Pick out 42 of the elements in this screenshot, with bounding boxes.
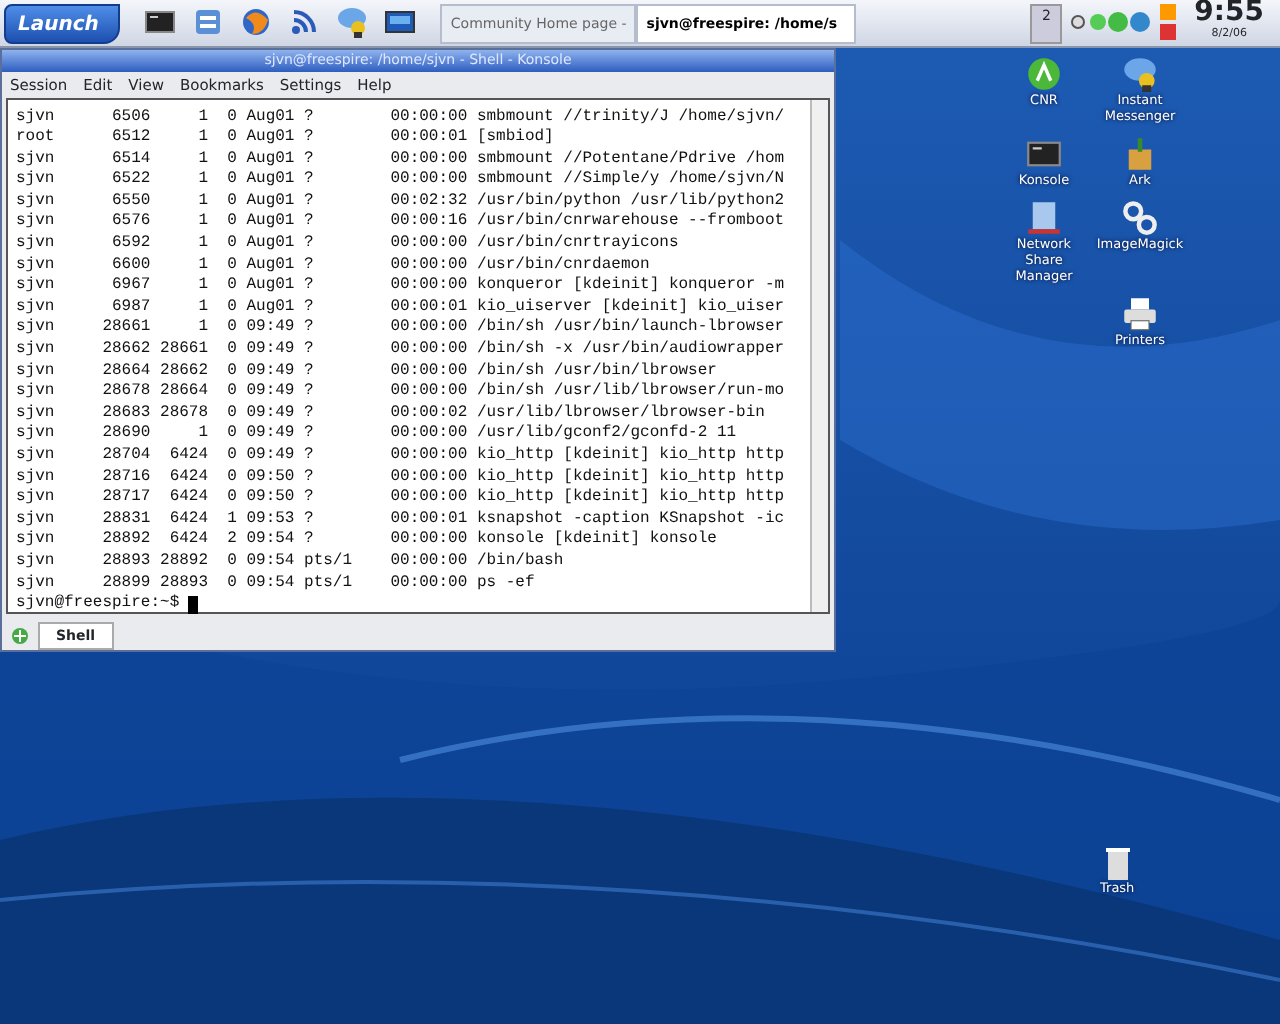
text-cursor <box>187 595 198 614</box>
terminal-line: sjvn 6592 1 0 Aug01 ? 00:00:00 /usr/bin/cnrtrayicons <box>16 234 681 256</box>
globe-icon[interactable] <box>240 6 273 38</box>
power-icon[interactable] <box>1158 4 1179 40</box>
gears-icon[interactable] <box>1122 200 1158 236</box>
terminal-line: sjvn 6576 1 0 Aug01 ? 00:00:16 /usr/bin/cnrwarehouse --fromboot <box>16 212 787 234</box>
launch-button[interactable]: Launch <box>4 4 121 44</box>
circle-icon[interactable] <box>1026 56 1062 92</box>
terminal-line: root 6512 1 0 Aug01 ? 00:00:01 [smbiod] <box>16 128 556 150</box>
terminal-line: sjvn 6550 1 0 Aug01 ? 00:02:32 /usr/bin/python /usr/lib/python2 <box>16 191 787 212</box>
new-tab-icon[interactable] <box>10 625 30 646</box>
printer-icon[interactable] <box>1122 296 1158 332</box>
terminal-line: sjvn 28704 6424 0 09:49 ? 00:00:00 kio_http [kdeinit] kio_http http <box>16 446 787 468</box>
chat-icon[interactable] <box>1122 56 1158 92</box>
terminal-line: sjvn 28892 6424 2 09:54 ? 00:00:00 konsole [kdeinit] konsole <box>16 530 719 552</box>
terminal-line: sjvn 6506 1 0 Aug01 ? 00:00:00 smbmount //trinity/J /home/sjvn/ <box>16 107 787 128</box>
terminal-icon[interactable] <box>144 6 177 38</box>
terminal-line: sjvn 28717 6424 0 09:50 ? 00:00:00 kio_http [kdeinit] kio_http http <box>16 488 787 510</box>
terminal-line: sjvn 28899 28893 0 09:54 pts/1 00:00:00 ps -ef <box>16 573 537 594</box>
terminal-line: sjvn 6522 1 0 Aug01 ? 00:00:00 smbmount //Simple/y /home/sjvn/N <box>16 170 787 192</box>
terminal-line: sjvn 6987 1 0 Aug01 ? 00:00:01 kio_uiserver [kdeinit] kio_uiser <box>16 297 787 318</box>
feed-icon[interactable] <box>288 6 321 38</box>
scrollbar[interactable] <box>810 99 828 611</box>
terminal-line: sjvn 28831 6424 1 09:53 ? 00:00:01 ksnapshot -caption KSnapshot -ic <box>16 509 787 530</box>
terminal-line: sjvn 28664 28662 0 09:49 ? 00:00:00 /bin/sh /usr/bin/lbrowser <box>16 361 719 382</box>
network-share-icon[interactable] <box>1026 200 1062 236</box>
tray-icons-drawing[interactable] <box>1070 10 1151 34</box>
file-manager-icon[interactable] <box>192 6 225 38</box>
terminal-line: sjvn 28678 28664 0 09:49 ? 00:00:00 /bin/sh /usr/lib/lbrowser/run-mo <box>16 382 787 404</box>
terminal-line: sjvn 28683 28678 0 09:49 ? 00:00:02 /usr/lib/lbrowser/lbrowser-bin <box>16 403 767 424</box>
terminal-line: sjvn 6600 1 0 Aug01 ? 00:00:00 /usr/bin/cnrdaemon <box>16 255 652 276</box>
chat-icon[interactable] <box>336 6 369 38</box>
terminal-line: sjvn 28662 28661 0 09:49 ? 00:00:00 /bin/sh -x /usr/bin/audiowrapper <box>16 340 787 362</box>
terminal-line: sjvn 6967 1 0 Aug01 ? 00:00:00 konqueror [kdeinit] konqueror -m <box>16 276 787 298</box>
trash-icon[interactable] <box>1105 848 1130 880</box>
terminal-prompt: sjvn@freespire:~$ <box>16 594 180 616</box>
terminal-line: sjvn 28661 1 0 09:49 ? 00:00:00 /bin/sh /usr/bin/launch-lbrowser <box>16 318 787 340</box>
terminal-line: sjvn 28716 6424 0 09:50 ? 00:00:00 kio_http [kdeinit] kio_http http <box>16 467 787 488</box>
monitor-icon[interactable] <box>384 6 417 38</box>
terminal-line: sjvn 6514 1 0 Aug01 ? 00:00:00 smbmount //Potentane/Pdrive /hom <box>16 149 787 170</box>
terminal-line: sjvn 28893 28892 0 09:54 pts/1 00:00:00 /bin/bash <box>16 551 566 574</box>
terminal-line: sjvn 28690 1 0 09:49 ? 00:00:00 /usr/lib/gconf2/gconfd-2 11 <box>16 424 739 446</box>
